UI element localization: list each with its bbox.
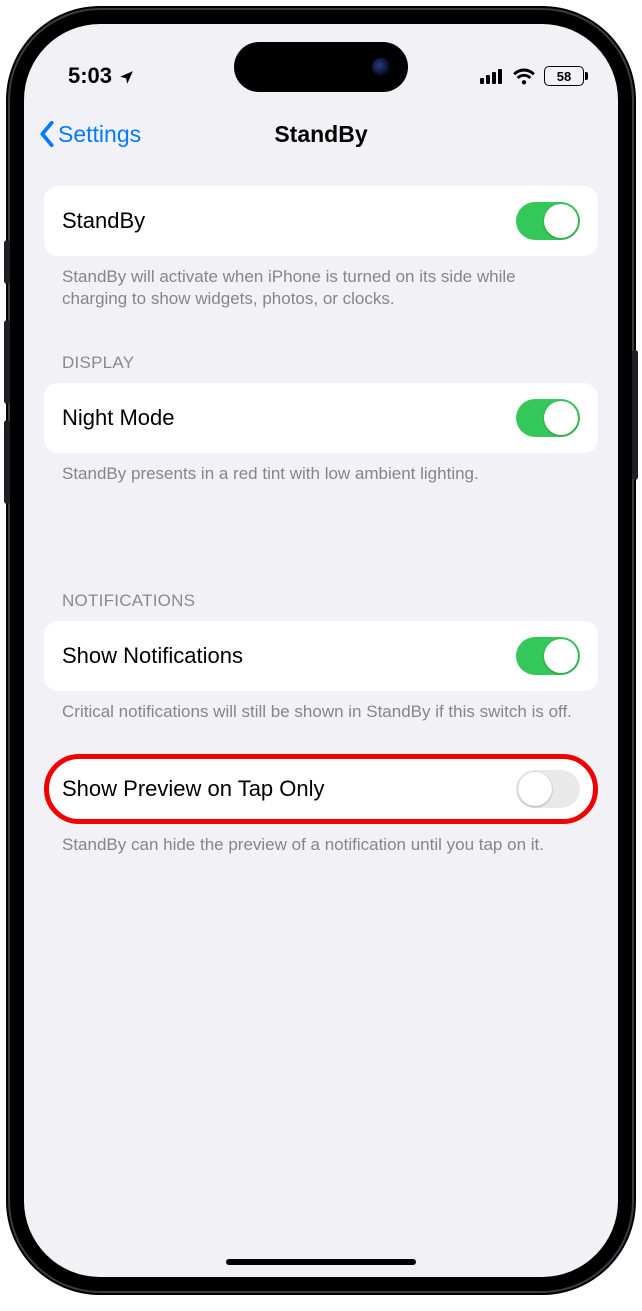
dynamic-island: [234, 42, 408, 92]
night-mode-label: Night Mode: [62, 405, 175, 431]
location-icon: [118, 69, 135, 86]
show-notifications-label: Show Notifications: [62, 643, 243, 669]
settings-content: StandBy StandBy will activate when iPhon…: [24, 164, 618, 856]
cellular-icon: [480, 68, 504, 84]
display-header: DISPLAY: [44, 353, 598, 383]
screen: 5:03 58: [24, 24, 618, 1277]
clock: 5:03: [68, 63, 112, 89]
show-preview-label: Show Preview on Tap Only: [62, 776, 325, 802]
side-button: [632, 350, 638, 480]
show-notifications-help: Critical notifications will still be sho…: [44, 691, 598, 723]
notifications-header: NOTIFICATIONS: [44, 591, 598, 621]
standby-label: StandBy: [62, 208, 145, 234]
standby-toggle[interactable]: [516, 202, 580, 240]
chevron-left-icon: [38, 120, 56, 148]
battery-level: 58: [557, 69, 571, 84]
wifi-icon: [512, 67, 536, 85]
back-label: Settings: [58, 121, 141, 148]
home-indicator[interactable]: [226, 1259, 416, 1265]
volume-down-button: [4, 420, 10, 504]
silence-switch: [4, 240, 10, 284]
iphone-frame: 5:03 58: [10, 10, 632, 1291]
battery-indicator: 58: [544, 66, 584, 86]
show-preview-row[interactable]: Show Preview on Tap Only: [44, 754, 598, 824]
night-mode-help: StandBy presents in a red tint with low …: [44, 453, 598, 485]
night-mode-toggle[interactable]: [516, 399, 580, 437]
back-button[interactable]: Settings: [38, 104, 141, 164]
show-notifications-row[interactable]: Show Notifications: [44, 621, 598, 691]
show-preview-help: StandBy can hide the preview of a notifi…: [44, 824, 598, 856]
standby-row[interactable]: StandBy: [44, 186, 598, 256]
navigation-bar: Settings StandBy: [24, 104, 618, 164]
volume-up-button: [4, 320, 10, 404]
standby-help: StandBy will activate when iPhone is tur…: [44, 256, 598, 311]
show-notifications-toggle[interactable]: [516, 637, 580, 675]
night-mode-row[interactable]: Night Mode: [44, 383, 598, 453]
page-title: StandBy: [274, 121, 367, 148]
front-camera: [372, 58, 390, 76]
show-preview-toggle[interactable]: [516, 770, 580, 808]
